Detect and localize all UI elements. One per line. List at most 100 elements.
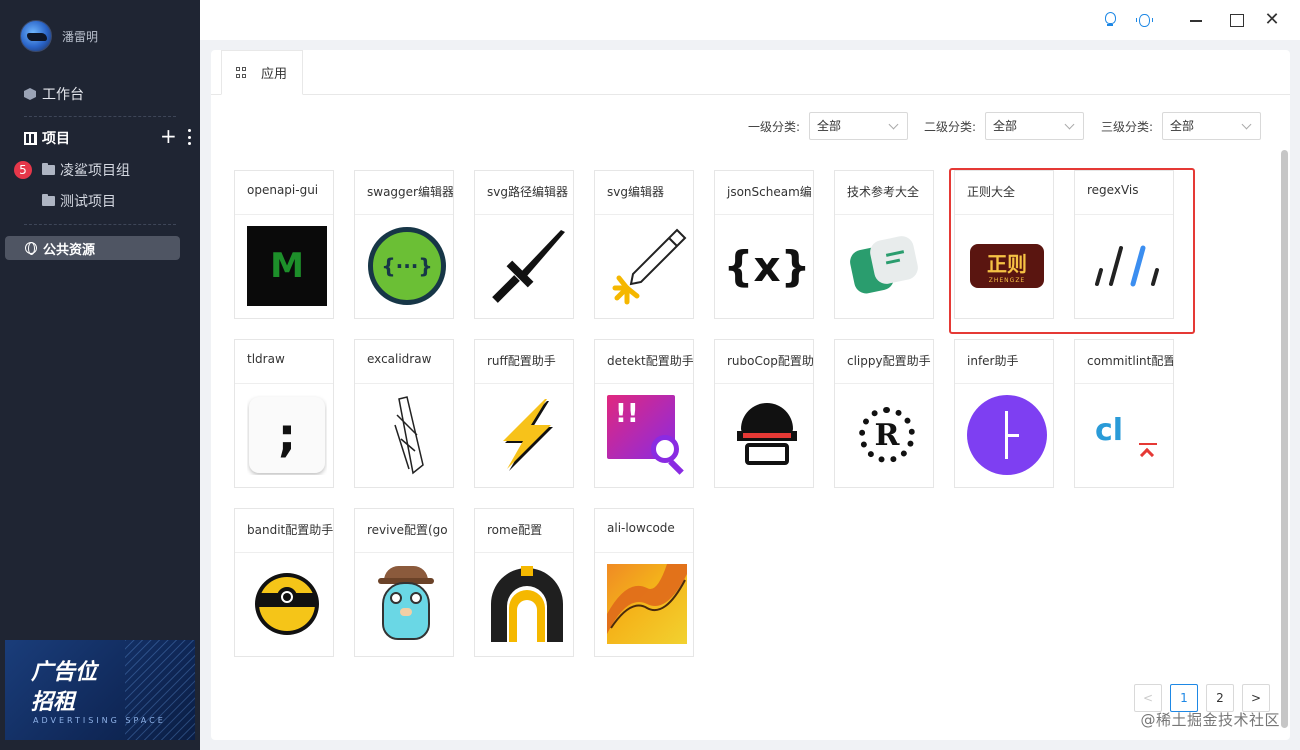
pagination-page[interactable]: 1 bbox=[1170, 684, 1198, 712]
app-card[interactable]: clippy配置助手 R bbox=[834, 339, 934, 488]
gopher-icon bbox=[367, 564, 447, 644]
lightbulb-icon[interactable] bbox=[1100, 10, 1120, 30]
zhengze-icon: 正则 ZHENGZE bbox=[967, 226, 1047, 306]
ad-banner[interactable]: 广告位 招租 ADVERTISING SPACE bbox=[5, 640, 195, 740]
excalidraw-icon bbox=[367, 395, 447, 475]
project-item[interactable]: 凌鲨项目组 bbox=[42, 160, 130, 180]
tldraw-icon: ; bbox=[247, 395, 327, 475]
more-options-icon[interactable] bbox=[184, 129, 194, 145]
chevron-down-icon bbox=[1241, 119, 1252, 130]
user-profile[interactable]: 潘雷明 bbox=[20, 20, 98, 52]
app-card-title: ruff配置助手 bbox=[475, 340, 573, 384]
app-card[interactable]: jsonScheam编 {x} bbox=[714, 170, 814, 319]
filter-value: 全部 bbox=[1170, 119, 1195, 133]
bug-icon[interactable] bbox=[1134, 10, 1154, 30]
filter-label-level3: 三级分类: bbox=[1101, 120, 1154, 134]
app-card-title: tldraw bbox=[235, 340, 333, 384]
app-card[interactable]: 技术参考大全 bbox=[834, 170, 934, 319]
json-schema-icon: {x} bbox=[727, 241, 807, 291]
app-card[interactable]: 正则大全 正则 ZHENGZE bbox=[954, 170, 1054, 319]
rust-icon: R bbox=[847, 395, 927, 475]
add-project-button[interactable]: + bbox=[160, 124, 177, 148]
app-card[interactable]: rome配置 bbox=[474, 508, 574, 657]
nav-public-resources[interactable]: 公共资源 bbox=[5, 236, 180, 260]
swagger-icon: {···} bbox=[367, 226, 447, 306]
app-card-title: clippy配置助手 bbox=[835, 340, 933, 384]
app-card[interactable]: excalidraw bbox=[354, 339, 454, 488]
app-card-title: svg编辑器 bbox=[595, 171, 693, 215]
tab-bar: 应用 bbox=[211, 50, 1290, 95]
app-card[interactable]: ruff配置助手 bbox=[474, 339, 574, 488]
project-item-label: 凌鲨项目组 bbox=[60, 163, 130, 179]
app-card[interactable]: detekt配置助手 !! bbox=[594, 339, 694, 488]
app-card[interactable]: bandit配置助手 bbox=[234, 508, 334, 657]
watermark: @稀土掘金技术社区 bbox=[1140, 711, 1280, 729]
pagination-next[interactable]: > bbox=[1242, 684, 1270, 712]
main-panel: 应用 一级分类: 全部 二级分类: 全部 三级分类: 全部 openapi-gu… bbox=[211, 50, 1290, 740]
lightning-icon bbox=[487, 395, 567, 475]
filter-value: 全部 bbox=[817, 119, 842, 133]
pagination-page[interactable]: 2 bbox=[1206, 684, 1234, 712]
folder-icon bbox=[42, 194, 55, 206]
nav-workbench[interactable]: 工作台 bbox=[24, 84, 84, 104]
filter-bar: 一级分类: 全部 二级分类: 全部 三级分类: 全部 bbox=[211, 112, 1290, 140]
filter-label-level1: 一级分类: bbox=[748, 120, 801, 134]
filter-select-level3[interactable]: 全部 bbox=[1162, 112, 1261, 140]
sword-icon bbox=[487, 226, 567, 306]
ad-line3: ADVERTISING SPACE bbox=[33, 716, 166, 725]
app-card[interactable]: ruboCop配置助 bbox=[714, 339, 814, 488]
ad-line1: 广告位 bbox=[31, 660, 98, 685]
window-titlebar: ✕ bbox=[200, 0, 1300, 40]
reference-icon bbox=[847, 226, 927, 306]
cube-icon bbox=[24, 88, 36, 100]
minimize-button[interactable] bbox=[1186, 10, 1206, 30]
chevron-down-icon bbox=[1064, 119, 1075, 130]
projects-title: 项目 bbox=[42, 131, 70, 147]
app-card[interactable]: ali-lowcode bbox=[594, 508, 694, 657]
filter-value: 全部 bbox=[993, 119, 1018, 133]
detekt-icon: !! bbox=[607, 395, 687, 475]
app-card-title: regexVis bbox=[1075, 171, 1173, 215]
app-card-title: jsonScheam编 bbox=[715, 171, 813, 215]
ad-line2: 招租 bbox=[31, 690, 76, 715]
app-card[interactable]: infer助手 bbox=[954, 339, 1054, 488]
commitlint-icon: cl bbox=[1087, 395, 1167, 475]
avatar[interactable] bbox=[20, 20, 52, 52]
scrollbar[interactable] bbox=[1281, 150, 1288, 728]
filter-label-level2: 二级分类: bbox=[924, 120, 977, 134]
maximize-button[interactable] bbox=[1226, 10, 1246, 30]
app-card[interactable]: swagger编辑器 {···} bbox=[354, 170, 454, 319]
app-card[interactable]: commitlint配置 cl bbox=[1074, 339, 1174, 488]
pagination-prev[interactable]: < bbox=[1134, 684, 1162, 712]
app-card-title: svg路径编辑器 bbox=[475, 171, 573, 215]
rome-icon bbox=[487, 564, 567, 644]
app-card[interactable]: tldraw ; bbox=[234, 339, 334, 488]
project-count-badge: 5 bbox=[14, 161, 32, 179]
app-card[interactable]: openapi-gui M bbox=[234, 170, 334, 319]
nav-workbench-label: 工作台 bbox=[42, 87, 84, 103]
tab-apps[interactable]: 应用 bbox=[221, 50, 303, 95]
app-card-title: 正则大全 bbox=[955, 171, 1053, 215]
rubocop-icon bbox=[727, 395, 807, 475]
app-card-title: bandit配置助手 bbox=[235, 509, 333, 553]
app-card[interactable]: svg编辑器 bbox=[594, 170, 694, 319]
sidebar: 潘雷明 工作台 项目 + 5 凌鲨项目组 测试项目 公共资源 广告位 招租 AD… bbox=[0, 0, 200, 750]
grid-icon bbox=[236, 67, 247, 78]
filter-select-level1[interactable]: 全部 bbox=[809, 112, 908, 140]
openapi-gui-icon: M bbox=[247, 226, 327, 306]
nav-public-label: 公共资源 bbox=[43, 242, 96, 258]
app-card-title: swagger编辑器 bbox=[355, 171, 453, 215]
app-card-title: openapi-gui bbox=[235, 171, 333, 215]
close-button[interactable]: ✕ bbox=[1262, 10, 1282, 30]
project-item-label: 测试项目 bbox=[60, 194, 116, 210]
projects-icon bbox=[24, 131, 37, 145]
projects-header: 项目 + bbox=[24, 124, 194, 148]
project-item[interactable]: 测试项目 bbox=[42, 191, 116, 211]
app-card[interactable]: regexVis bbox=[1074, 170, 1174, 319]
app-card-title: detekt配置助手 bbox=[595, 340, 693, 384]
app-card[interactable]: svg路径编辑器 bbox=[474, 170, 574, 319]
divider bbox=[24, 116, 176, 117]
app-card[interactable]: revive配置(go bbox=[354, 508, 454, 657]
filter-select-level2[interactable]: 全部 bbox=[985, 112, 1084, 140]
globe-icon bbox=[25, 242, 37, 255]
